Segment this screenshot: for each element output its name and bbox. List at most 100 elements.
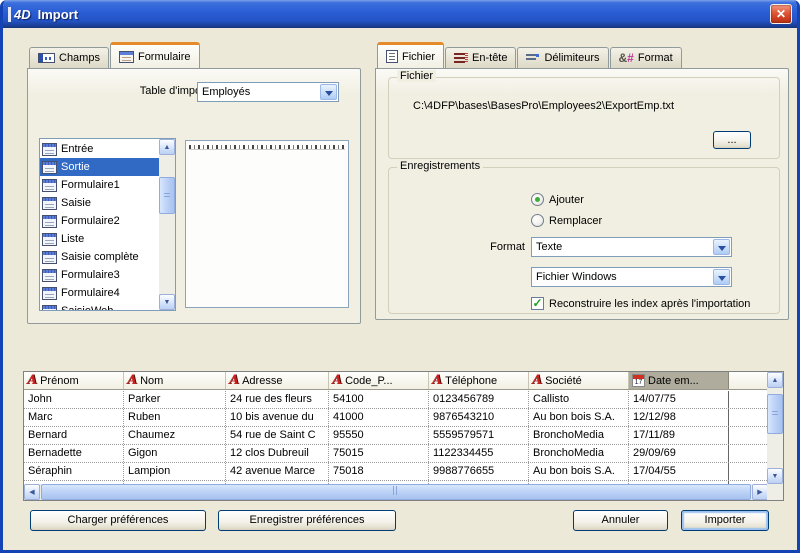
records-group-title: Enregistrements bbox=[397, 160, 483, 172]
table-import-select[interactable]: Employés bbox=[197, 82, 339, 102]
table-row[interactable]: MarcRuben10 bis avenue du410009876543210… bbox=[24, 409, 767, 427]
table-vertical-scrollbar[interactable]: ▲ ▼ bbox=[767, 372, 783, 484]
tab-champs-label: Champs bbox=[59, 52, 100, 64]
scroll-down-icon[interactable]: ▼ bbox=[159, 294, 175, 310]
column-header[interactable]: ATéléphone bbox=[429, 372, 529, 389]
scroll-down-icon[interactable]: ▼ bbox=[767, 468, 783, 484]
list-item-label: Formulaire2 bbox=[61, 215, 120, 227]
format-label: Format bbox=[449, 241, 525, 253]
column-label: Date em... bbox=[648, 375, 699, 387]
preview-table-body: JohnParker24 rue des fleurs5410001234567… bbox=[24, 391, 767, 486]
scrollbar-thumb[interactable] bbox=[159, 177, 175, 214]
radio-remplacer[interactable]: Remplacer bbox=[531, 214, 602, 227]
table-row[interactable]: BernardChaumez54 rue de Saint C955505559… bbox=[24, 427, 767, 445]
table-row[interactable]: BernadetteGigon12 clos Dubreuil750151122… bbox=[24, 445, 767, 463]
tab-fichier[interactable]: Fichier bbox=[377, 42, 444, 68]
rebuild-index-checkbox-row[interactable]: ✓ Reconstruire les index après l'importa… bbox=[531, 297, 750, 310]
format-select[interactable]: Texte bbox=[531, 237, 732, 257]
tab-champs[interactable]: Champs bbox=[29, 47, 109, 68]
table-cell: 75015 bbox=[329, 445, 429, 462]
column-header[interactable]: 17Date em... bbox=[629, 372, 729, 389]
list-item[interactable]: Formulaire4 bbox=[40, 284, 159, 302]
table-cell: 17/11/89 bbox=[629, 427, 729, 444]
table-row[interactable]: SéraphinLampion42 avenue Marce7501899887… bbox=[24, 463, 767, 481]
scroll-up-icon[interactable]: ▲ bbox=[159, 139, 175, 155]
list-item[interactable]: Formulaire2 bbox=[40, 212, 159, 230]
browse-button[interactable]: ... bbox=[713, 131, 751, 149]
delimiter-lines-icon bbox=[526, 52, 540, 64]
scroll-up-icon[interactable]: ▲ bbox=[767, 372, 783, 388]
right-tabstrip: Fichier En-tête Délimiteurs &# Format bbox=[375, 42, 683, 68]
radio-remplacer-icon[interactable] bbox=[531, 214, 544, 227]
table-horizontal-scrollbar[interactable]: ◀ ▶ bbox=[24, 484, 768, 500]
column-header[interactable]: ASociété bbox=[529, 372, 629, 389]
radio-ajouter-label: Ajouter bbox=[549, 194, 584, 206]
list-item-label: Liste bbox=[61, 233, 84, 245]
file-format-select[interactable]: Fichier Windows bbox=[531, 267, 732, 287]
tab-delimiteurs[interactable]: Délimiteurs bbox=[517, 47, 608, 68]
file-format-value: Fichier Windows bbox=[536, 271, 617, 283]
scrollbar-thumb[interactable] bbox=[41, 484, 751, 500]
header-filler bbox=[729, 372, 767, 389]
date-field-icon: 17 bbox=[632, 374, 645, 387]
list-item[interactable]: Saisie complète bbox=[40, 248, 159, 266]
form-window-icon bbox=[42, 233, 57, 246]
list-item[interactable]: Formulaire3 bbox=[40, 266, 159, 284]
radio-ajouter-icon[interactable] bbox=[531, 193, 544, 206]
enregistrer-preferences-button[interactable]: Enregistrer préférences bbox=[218, 510, 396, 531]
column-label: Société bbox=[545, 375, 582, 387]
list-item[interactable]: Entrée bbox=[40, 140, 159, 158]
checkbox-checked-icon[interactable]: ✓ bbox=[531, 297, 544, 310]
table-cell: Callisto bbox=[529, 391, 629, 408]
records-groupbox: Enregistrements Ajouter Remplacer Format… bbox=[388, 167, 780, 314]
4d-logo-icon: 4D bbox=[8, 7, 31, 22]
scroll-left-icon[interactable]: ◀ bbox=[24, 484, 40, 500]
column-header[interactable]: ANom bbox=[124, 372, 226, 389]
list-item[interactable]: Sortie bbox=[40, 158, 159, 176]
form-list-scrollbar[interactable]: ▲ ▼ bbox=[159, 139, 175, 310]
titlebar[interactable]: 4D Import ✕ bbox=[0, 0, 800, 28]
chevron-down-icon[interactable] bbox=[713, 239, 730, 255]
column-header[interactable]: APrénom bbox=[24, 372, 124, 389]
list-item[interactable]: Formulaire1 bbox=[40, 176, 159, 194]
table-import-value: Employés bbox=[202, 86, 250, 98]
scrollbar-corner bbox=[767, 484, 783, 500]
list-item[interactable]: Saisie bbox=[40, 194, 159, 212]
scroll-right-icon[interactable]: ▶ bbox=[752, 484, 768, 500]
tab-formulaire-label: Formulaire bbox=[138, 51, 191, 63]
alpha-field-icon: A bbox=[332, 374, 342, 387]
form-window-icon bbox=[42, 251, 57, 264]
table-cell: Marc bbox=[24, 409, 124, 426]
list-item-label: Saisie complète bbox=[61, 251, 139, 263]
tab-formulaire[interactable]: Formulaire bbox=[110, 42, 200, 68]
table-cell: BronchoMedia bbox=[529, 427, 629, 444]
list-item[interactable]: SaisieWeb bbox=[40, 302, 159, 310]
column-header[interactable]: AAdresse bbox=[226, 372, 329, 389]
radio-ajouter[interactable]: Ajouter bbox=[531, 193, 584, 206]
row-filler bbox=[729, 445, 767, 462]
list-item-label: SaisieWeb bbox=[61, 305, 113, 310]
chevron-down-icon[interactable] bbox=[713, 269, 730, 285]
right-tabset: Fichier En-tête Délimiteurs &# Format Fi… bbox=[375, 42, 789, 320]
table-cell: 54100 bbox=[329, 391, 429, 408]
tab-format[interactable]: &# Format bbox=[610, 47, 682, 68]
table-cell: 95550 bbox=[329, 427, 429, 444]
charger-preferences-button[interactable]: Charger préférences bbox=[30, 510, 206, 531]
column-label: Prénom bbox=[40, 375, 79, 387]
header-lines-icon bbox=[454, 52, 468, 64]
close-icon[interactable]: ✕ bbox=[770, 4, 792, 24]
table-cell: Gigon bbox=[124, 445, 226, 462]
table-cell: Lampion bbox=[124, 463, 226, 480]
form-window-icon bbox=[42, 269, 57, 282]
scrollbar-thumb[interactable] bbox=[767, 394, 783, 434]
field-icon bbox=[38, 53, 55, 63]
form-window-icon bbox=[42, 179, 57, 192]
chevron-down-icon[interactable] bbox=[320, 84, 337, 100]
table-row[interactable]: JohnParker24 rue des fleurs5410001234567… bbox=[24, 391, 767, 409]
column-header[interactable]: ACode_P... bbox=[329, 372, 429, 389]
annuler-button[interactable]: Annuler bbox=[573, 510, 668, 531]
list-item[interactable]: Liste bbox=[40, 230, 159, 248]
importer-button[interactable]: Importer bbox=[681, 510, 769, 531]
alpha-field-icon: A bbox=[432, 374, 442, 387]
tab-en-tete[interactable]: En-tête bbox=[445, 47, 516, 68]
